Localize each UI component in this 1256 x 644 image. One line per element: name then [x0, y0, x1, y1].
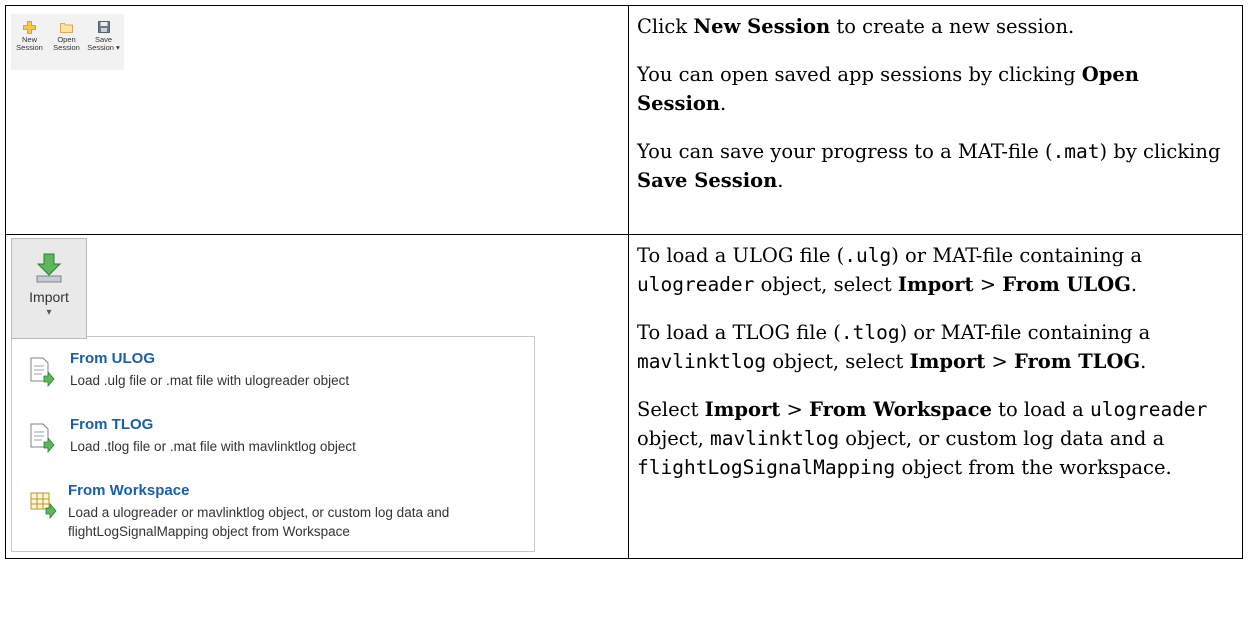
menu-item-description: Load .ulg file or .mat file with ulogrea…	[70, 373, 350, 388]
workspace-import-icon	[30, 481, 58, 541]
save-session-paragraph: You can save your progress to a MAT-file…	[637, 140, 1221, 192]
import-row: Import ▾ From ULOG Load .ulg file or .ma…	[5, 234, 1243, 559]
open-session-label: Open Session	[53, 35, 80, 52]
new-session-button[interactable]: New Session	[11, 14, 48, 70]
session-description-cell: Click New Session to create a new sessio…	[628, 5, 1243, 235]
session-image-cell: New Session Open Session Save Session ▾	[5, 5, 629, 235]
menu-item-from-tlog[interactable]: From TLOG Load .tlog file or .mat file w…	[12, 415, 534, 458]
new-session-paragraph: Click New Session to create a new sessio…	[637, 15, 1075, 38]
menu-item-description: Load a ulogreader or mavlinktlog object,…	[68, 505, 450, 539]
menu-item-description: Load .tlog file or .mat file with mavlin…	[70, 439, 356, 454]
open-session-paragraph: You can open saved app sessions by click…	[637, 63, 1139, 115]
import-dropdown-menu: From ULOG Load .ulg file or .mat file wi…	[11, 336, 535, 552]
import-description-cell: To load a ULOG file (.ulg) or MAT-file c…	[628, 234, 1243, 559]
session-toolbar: New Session Open Session Save Session ▾	[11, 14, 124, 70]
file-import-icon	[30, 349, 60, 392]
download-arrow-icon	[35, 253, 63, 286]
menu-item-title: From Workspace	[68, 482, 190, 499]
import-ulog-paragraph: To load a ULOG file (.ulg) or MAT-file c…	[637, 244, 1142, 296]
new-session-label: New Session	[16, 35, 43, 52]
import-tlog-paragraph: To load a TLOG file (.tlog) or MAT-file …	[637, 321, 1151, 373]
plus-icon	[23, 20, 37, 34]
save-session-button[interactable]: Save Session ▾	[85, 14, 122, 70]
menu-item-title: From TLOG	[70, 416, 154, 433]
open-session-button[interactable]: Open Session	[48, 14, 85, 70]
session-row: NewSession OpenSession SaveSession ▾	[5, 5, 1243, 235]
chevron-down-icon: ▾	[46, 307, 52, 318]
doc-table: NewSession OpenSession SaveSession ▾	[5, 5, 1243, 559]
folder-icon	[60, 20, 74, 34]
menu-item-from-ulog[interactable]: From ULOG Load .ulg file or .mat file wi…	[12, 349, 534, 392]
import-label: Import	[29, 289, 69, 305]
save-session-label: Save Session ▾	[87, 35, 120, 52]
import-button[interactable]: Import ▾	[11, 238, 87, 339]
menu-item-from-workspace[interactable]: From Workspace Load a ulogreader or mavl…	[12, 481, 534, 541]
import-image-cell: Import ▾ From ULOG Load .ulg file or .ma…	[5, 234, 629, 559]
menu-item-title: From ULOG	[70, 350, 155, 367]
floppy-disk-icon	[97, 20, 111, 34]
import-workspace-paragraph: Select Import > From Workspace to load a…	[637, 398, 1208, 479]
file-import-icon	[30, 415, 60, 458]
